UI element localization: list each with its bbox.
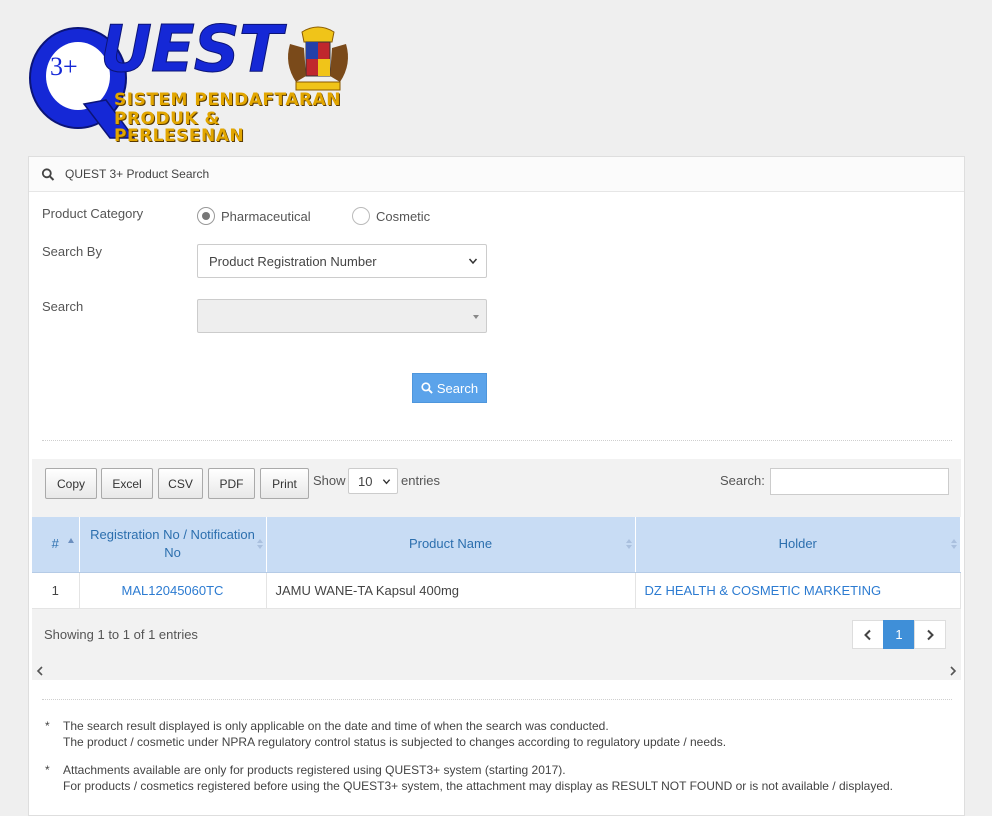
divider <box>42 699 952 700</box>
radio-checked-icon <box>197 207 215 225</box>
column-header-registration[interactable]: Registration No / Notification No <box>79 517 267 573</box>
chevron-left-icon <box>864 629 871 640</box>
search-icon <box>41 167 55 181</box>
caret-down-icon <box>473 315 479 319</box>
column-header-number-label: # <box>51 536 59 552</box>
cell-holder: DZ HEALTH & COSMETIC MARKETING <box>635 572 961 609</box>
search-by-label: Search By <box>42 244 102 259</box>
entries-label: entries <box>401 473 441 488</box>
chevron-down-icon <box>382 479 391 485</box>
logo-subtitle-1: SISTEM PENDAFTARAN <box>114 90 341 110</box>
table-search-label: Search: <box>720 473 765 488</box>
column-header-registration-label: Registration No / Notification No <box>90 527 255 561</box>
product-search-panel: QUEST 3+ Product Search Product Category… <box>28 156 965 816</box>
excel-button[interactable]: Excel <box>101 468 153 499</box>
logo-quest-text: UEST <box>99 13 282 87</box>
table-header-row: # Registration No / Notification No Prod… <box>32 517 961 573</box>
note-bullet: * <box>45 763 50 777</box>
column-header-holder[interactable]: Holder <box>635 517 961 573</box>
note-item: * The search result displayed is only ap… <box>45 718 726 750</box>
table-info: Showing 1 to 1 of 1 entries <box>44 627 198 642</box>
sort-both-icon <box>625 539 632 549</box>
previous-page-button[interactable] <box>852 620 884 649</box>
radio-unchecked-icon <box>352 207 370 225</box>
logo-subtitle-2: PRODUK & PERLESENAN <box>114 109 245 146</box>
next-page-button[interactable] <box>914 620 946 649</box>
registration-link[interactable]: MAL12045060TC <box>122 583 224 598</box>
cell-number: 1 <box>32 572 80 609</box>
chevron-down-icon <box>468 258 478 265</box>
entries-length-select[interactable]: 10 <box>348 468 398 494</box>
divider <box>42 440 952 441</box>
scroll-left-icon[interactable] <box>36 666 44 676</box>
note-item: * Attachments available are only for pro… <box>45 762 893 794</box>
note-line: The search result displayed is only appl… <box>63 719 609 733</box>
note-bullet: * <box>45 719 50 733</box>
print-button[interactable]: Print <box>260 468 309 499</box>
column-header-product-name[interactable]: Product Name <box>266 517 636 573</box>
sort-both-icon <box>951 539 957 549</box>
radio-pharmaceutical-label: Pharmaceutical <box>221 208 311 224</box>
scroll-right-icon[interactable] <box>949 666 957 676</box>
show-label: Show <box>313 473 346 488</box>
chevron-right-icon <box>927 629 934 640</box>
pdf-button[interactable]: PDF <box>208 468 255 499</box>
panel-header: QUEST 3+ Product Search <box>29 157 964 192</box>
search-label: Search <box>42 299 84 314</box>
cell-registration: MAL12045060TC <box>79 572 267 609</box>
search-button[interactable]: Search <box>412 373 487 403</box>
pagination: 1 <box>852 620 946 649</box>
entries-length-value: 10 <box>358 473 373 489</box>
copy-button[interactable]: Copy <box>45 468 97 499</box>
search-button-label: Search <box>436 380 479 396</box>
column-header-holder-label: Holder <box>778 536 817 552</box>
panel-title: QUEST 3+ Product Search <box>65 167 210 181</box>
horizontal-scrollbar[interactable] <box>32 662 961 680</box>
search-by-value: Product Registration Number <box>209 253 377 269</box>
sort-asc-icon <box>67 538 74 543</box>
product-category-label: Product Category <box>42 206 144 221</box>
search-by-select[interactable]: Product Registration Number <box>197 244 487 278</box>
column-header-product-name-label: Product Name <box>408 536 493 552</box>
holder-link[interactable]: DZ HEALTH & COSMETIC MARKETING <box>645 583 882 598</box>
search-value-select[interactable] <box>197 299 487 333</box>
logo-three-plus: 3+ <box>50 52 78 81</box>
note-line: The product / cosmetic under NPRA regula… <box>63 735 727 749</box>
table-search-input[interactable] <box>770 468 949 495</box>
results-table: # Registration No / Notification No Prod… <box>32 517 961 609</box>
cell-product-name: JAMU WANE-TA Kapsul 400mg <box>266 572 636 609</box>
sort-both-icon <box>256 539 263 549</box>
note-line: For products / cosmetics registered befo… <box>63 779 894 793</box>
column-header-number[interactable]: # <box>32 517 80 573</box>
page-1-button[interactable]: 1 <box>883 620 915 649</box>
csv-button[interactable]: CSV <box>158 468 203 499</box>
table-row: 1 MAL12045060TC JAMU WANE-TA Kapsul 400m… <box>32 572 961 609</box>
note-line: Attachments available are only for produ… <box>63 763 566 777</box>
radio-cosmetic[interactable]: Cosmetic <box>352 207 430 225</box>
quest-logo: 3+ UEST SISTEM PENDAFTARAN PRODUK & PERL… <box>26 13 356 146</box>
results-table-wrapper: Copy Excel CSV PDF Print Show 10 entries… <box>32 459 961 680</box>
radio-pharmaceutical[interactable]: Pharmaceutical <box>197 207 311 225</box>
crest-icon <box>288 26 348 91</box>
radio-cosmetic-label: Cosmetic <box>376 208 431 224</box>
search-icon <box>421 382 433 394</box>
